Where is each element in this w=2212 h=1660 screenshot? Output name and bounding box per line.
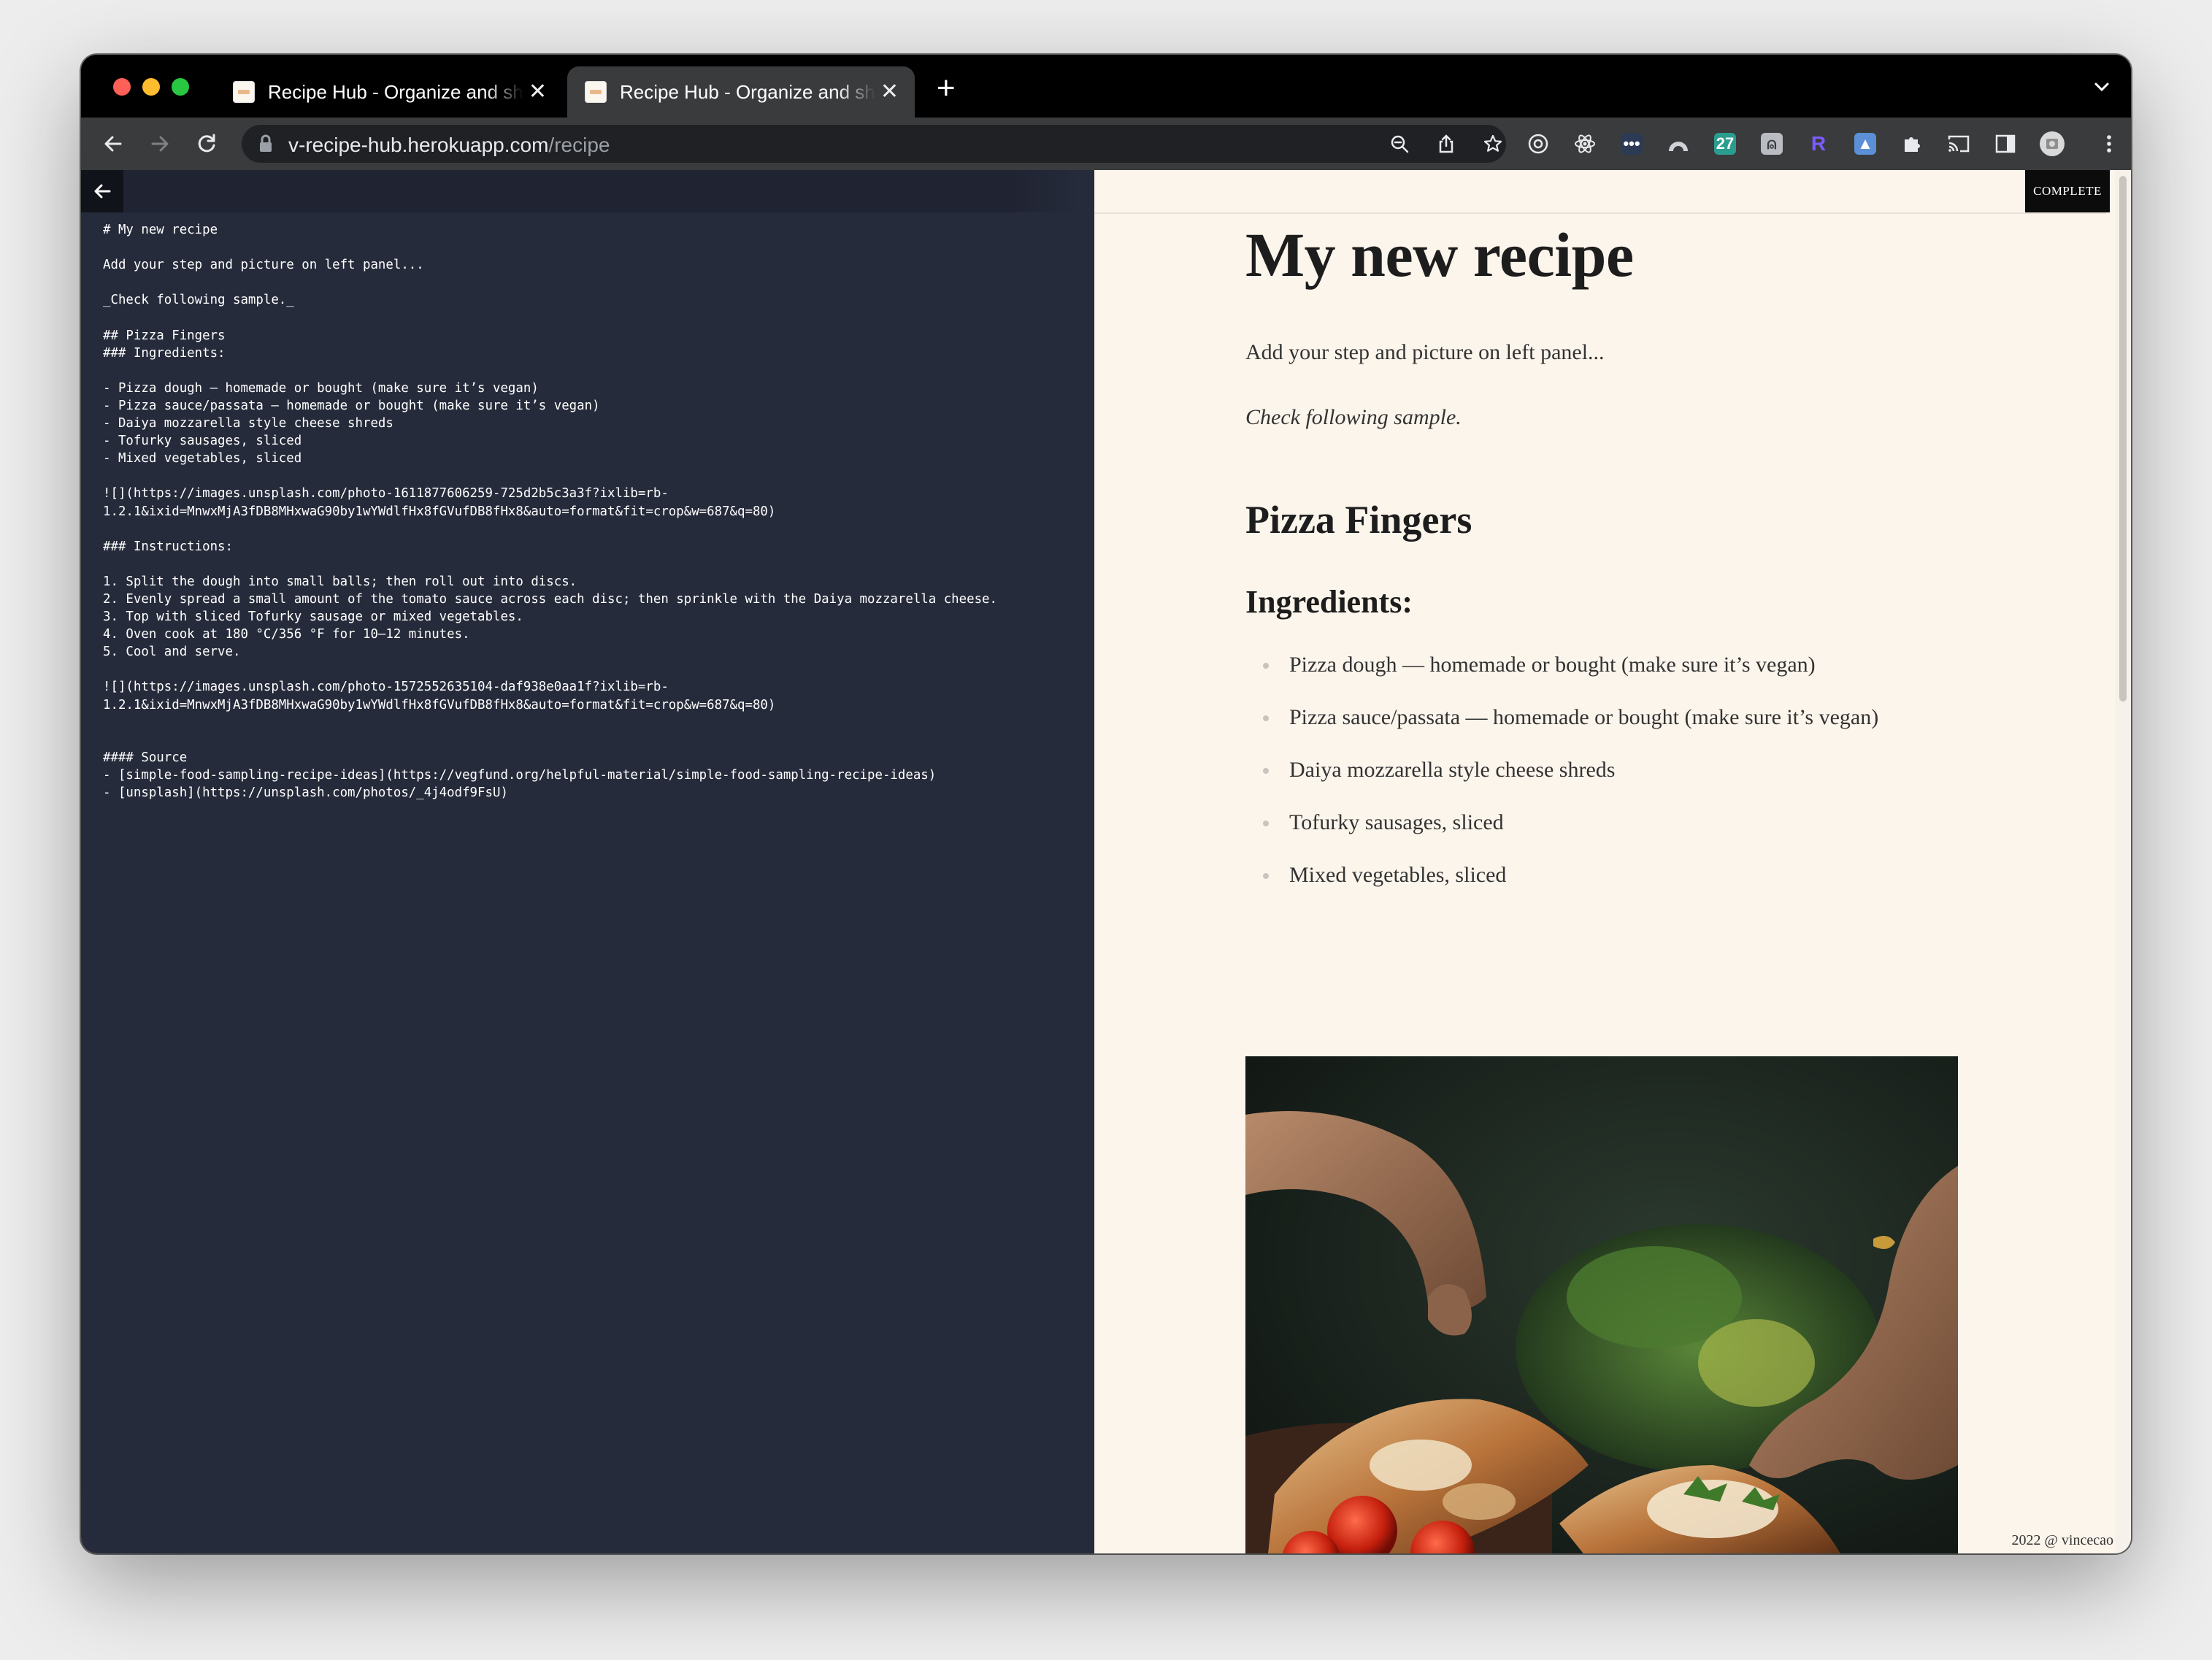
- browser-tab-1[interactable]: Recipe Hub - Organize and share your rec…: [215, 66, 563, 118]
- recipe-name-heading: Pizza Fingers: [1245, 498, 1472, 542]
- close-tab-icon[interactable]: ✕: [529, 81, 547, 103]
- ingredient-item: Daiya mozzarella style cheese shreds: [1245, 757, 1878, 810]
- arc-icon[interactable]: [1665, 131, 1691, 157]
- preview-scrollbar[interactable]: [2115, 170, 2131, 1553]
- more-ext-icon[interactable]: •••: [1618, 131, 1645, 157]
- tab-title: Recipe Hub - Organize and share your rec…: [268, 80, 523, 103]
- browser-window: Recipe Hub - Organize and share your rec…: [81, 55, 2131, 1553]
- calendar-ext-label: 27: [1714, 133, 1736, 155]
- recipe-title: My new recipe: [1245, 220, 1634, 290]
- back-button[interactable]: [81, 170, 123, 212]
- url-text[interactable]: v-recipe-hub.herokuapp.com/recipe: [288, 134, 610, 157]
- react-devtools-icon[interactable]: [1572, 131, 1598, 157]
- puzzle-icon[interactable]: [1899, 131, 1925, 157]
- back-arrow-icon[interactable]: [100, 131, 126, 157]
- ingredients-heading: Ingredients:: [1245, 584, 1413, 620]
- preview-divider: [1094, 212, 2106, 214]
- reload-icon[interactable]: [193, 131, 220, 157]
- markdown-editor-panel: # My new recipe Add your step and pictur…: [81, 170, 1094, 1553]
- maximize-window-button[interactable]: [172, 78, 189, 96]
- zoom-icon[interactable]: [1389, 134, 1410, 154]
- complete-button[interactable]: COMPLETE: [2025, 170, 2110, 212]
- browser-toolbar: v-recipe-hub.herokuapp.com/recipe ••• 27…: [81, 118, 2131, 170]
- cast-icon[interactable]: [1946, 131, 1972, 157]
- close-tab-icon[interactable]: ✕: [880, 81, 899, 103]
- r-ext-label: R: [1810, 132, 1827, 155]
- profile-avatar[interactable]: [2039, 131, 2065, 157]
- address-bar[interactable]: v-recipe-hub.herokuapp.com/recipe: [242, 125, 1506, 163]
- minimize-window-button[interactable]: [142, 78, 160, 96]
- page-viewport: # My new recipe Add your step and pictur…: [81, 170, 2131, 1553]
- openai-icon[interactable]: [1525, 131, 1551, 157]
- hint-text: Check following sample.: [1245, 405, 1462, 429]
- lock-icon[interactable]: [258, 134, 274, 153]
- ingredient-item: Pizza sauce/passata — homemade or bought…: [1245, 704, 1878, 757]
- url-path: /recipe: [548, 134, 610, 156]
- recipe-hub-favicon-icon: [585, 81, 607, 103]
- markdown-textarea[interactable]: # My new recipe Add your step and pictur…: [103, 221, 1081, 802]
- arrow-left-icon: [94, 184, 111, 199]
- calendar-27-icon[interactable]: 27: [1712, 131, 1738, 157]
- translate-icon[interactable]: ⍝: [1759, 131, 1785, 157]
- url-host: v-recipe-hub.herokuapp.com: [288, 134, 549, 156]
- scrollbar-thumb[interactable]: [2119, 176, 2127, 702]
- editor-topbar: [81, 170, 1081, 212]
- new-tab-button[interactable]: +: [937, 72, 956, 104]
- ingredient-item: Mixed vegetables, sliced: [1245, 862, 1878, 915]
- recipe-hub-favicon-icon: [233, 81, 255, 103]
- sidepanel-icon[interactable]: [1992, 131, 2019, 157]
- ingredient-item: Pizza dough — homemade or bought (make s…: [1245, 652, 1878, 704]
- ingredient-item: Tofurky sausages, sliced: [1245, 810, 1878, 862]
- screenshot-icon[interactable]: ▲: [1852, 131, 1878, 157]
- r-icon[interactable]: R: [1805, 131, 1832, 157]
- recipe-preview-panel: My new recipe Add your step and picture …: [1094, 170, 2131, 1553]
- kebab-menu-icon[interactable]: [2096, 131, 2122, 157]
- bookmark-star-icon[interactable]: [1483, 134, 1503, 154]
- footer-credit: 2022 @ vincecao: [2011, 1532, 2113, 1548]
- tab-title: Recipe Hub - Organize and share your rec…: [620, 80, 875, 103]
- tab-strip: Recipe Hub - Organize and share your rec…: [81, 55, 2131, 118]
- forward-arrow-icon[interactable]: [147, 131, 173, 157]
- intro-text: Add your step and picture on left panel.…: [1245, 340, 1605, 364]
- pizza-photo: [1245, 1056, 1958, 1553]
- share-icon[interactable]: [1436, 134, 1456, 154]
- chevron-down-icon[interactable]: [2092, 77, 2112, 97]
- ingredients-list: Pizza dough — homemade or bought (make s…: [1245, 652, 1878, 915]
- browser-tab-2-active[interactable]: Recipe Hub - Organize and share your rec…: [567, 66, 915, 118]
- close-window-button[interactable]: [113, 78, 131, 96]
